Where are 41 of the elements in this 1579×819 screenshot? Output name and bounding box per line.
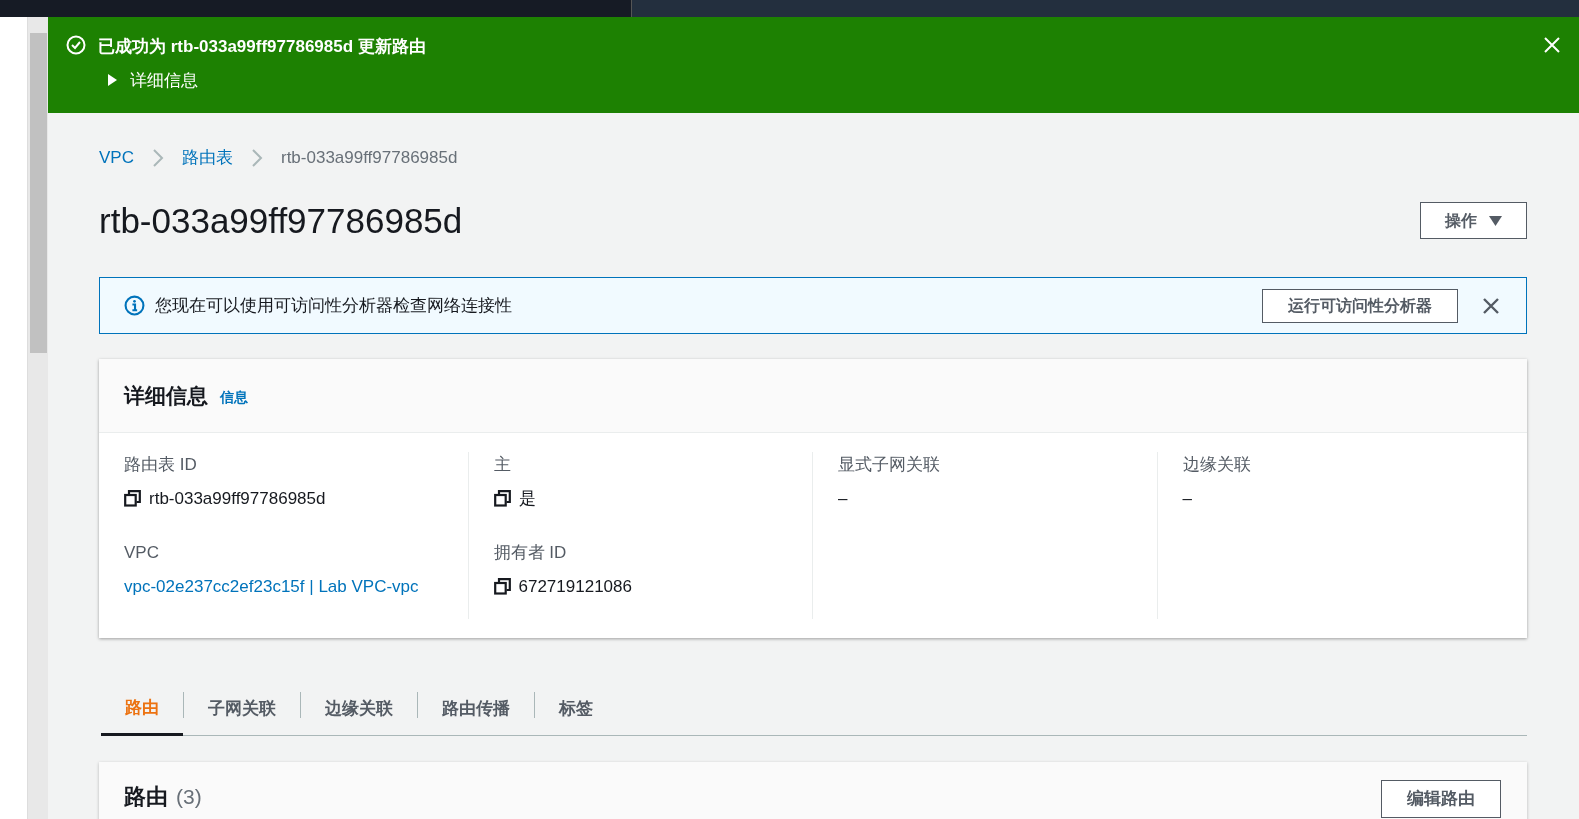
field-label: 显式子网关联 <box>838 454 941 476</box>
tab[interactable]: 标签 <box>535 682 617 735</box>
alert-message: 您现在可以使用可访问性分析器检查网络连接性 <box>155 294 513 317</box>
check-circle-icon <box>66 35 86 55</box>
field-value: – <box>1182 487 1192 510</box>
vpc-link[interactable]: vpc-02e237cc2ef23c15f | Lab VPC-vpc <box>124 573 419 599</box>
caret-right-icon <box>106 74 118 87</box>
scrollbar[interactable] <box>28 17 48 819</box>
page-title: rtb-033a99ff97786985d <box>99 199 463 242</box>
panel-title: 详细信息 <box>124 382 208 409</box>
chevron-right-icon <box>250 148 263 167</box>
tab[interactable]: 边缘关联 <box>301 682 417 735</box>
field-value: – <box>838 487 848 510</box>
breadcrumb-link[interactable]: VPC <box>99 145 134 171</box>
field-label: 主 <box>493 454 512 476</box>
tab[interactable]: 路由传播 <box>418 682 534 735</box>
breadcrumb-current: rtb-033a99ff97786985d <box>280 147 458 169</box>
route-count: (3) <box>176 784 202 810</box>
panel-title: 路由 <box>124 783 168 811</box>
field-value: 是 <box>518 487 536 510</box>
details-toggle[interactable]: 详细信息 <box>106 67 198 93</box>
info-icon <box>124 295 145 316</box>
edit-routes-button[interactable]: 编辑路由 <box>1381 780 1501 818</box>
breadcrumb-link[interactable]: 路由表 <box>181 145 233 171</box>
caret-down-icon <box>1489 215 1502 226</box>
actions-button[interactable]: 操作 <box>1420 202 1527 240</box>
chevron-right-icon <box>151 148 164 167</box>
success-message: 已成功为 rtb-033a99ff97786985d 更新路由 <box>98 36 427 58</box>
tab[interactable]: 子网关联 <box>184 682 300 735</box>
info-link[interactable]: 信息 <box>220 387 248 408</box>
field-value: 672719121086 <box>518 575 632 598</box>
copy-icon[interactable] <box>124 489 141 507</box>
field-label: VPC <box>124 542 160 564</box>
copy-icon[interactable] <box>493 489 511 507</box>
field-label: 边缘关联 <box>1182 454 1252 476</box>
field-label: 路由表 ID <box>124 454 198 476</box>
close-icon[interactable] <box>1482 296 1500 315</box>
field-label: 拥有者 ID <box>493 542 568 564</box>
run-analyzer-button[interactable]: 运行可访问性分析器 <box>1262 288 1458 323</box>
field-value: rtb-033a99ff97786985d <box>149 487 326 510</box>
copy-icon[interactable] <box>493 577 511 595</box>
